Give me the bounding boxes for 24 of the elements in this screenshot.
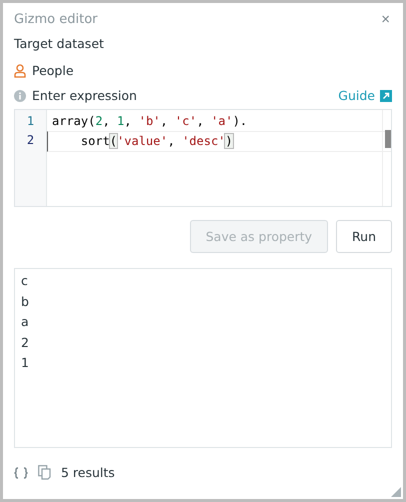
result-item: b bbox=[21, 292, 30, 310]
info-icon bbox=[14, 90, 26, 102]
external-link-icon bbox=[380, 90, 392, 102]
run-button[interactable]: Run bbox=[336, 220, 392, 253]
result-count: 5 results bbox=[61, 465, 115, 480]
line-number: 2 bbox=[26, 132, 36, 149]
section-label: Target dataset bbox=[14, 36, 104, 51]
scrollbar-thumb[interactable] bbox=[385, 130, 391, 148]
result-item: c bbox=[21, 272, 29, 290]
result-item: 1 bbox=[21, 354, 30, 372]
resize-grip-icon[interactable] bbox=[391, 487, 401, 497]
code-line: array(2, 1, 'b', 'c', 'a'). bbox=[51, 113, 248, 130]
person-icon bbox=[14, 64, 26, 78]
close-button[interactable]: × bbox=[379, 11, 392, 28]
copy-icon[interactable] bbox=[38, 465, 51, 480]
result-item: a bbox=[21, 313, 30, 331]
guide-link[interactable]: Guide bbox=[338, 88, 392, 103]
line-number: 1 bbox=[26, 113, 36, 130]
expression-label: Enter expression bbox=[32, 88, 137, 103]
braces-icon[interactable] bbox=[14, 466, 28, 478]
result-item: 2 bbox=[21, 334, 30, 352]
dataset-name: People bbox=[32, 63, 74, 78]
window-title: Gizmo editor bbox=[14, 12, 98, 27]
code-editor[interactable]: 1 2 array(2, 1, 'b', 'c', 'a'). sort('value', 'desc') bbox=[14, 109, 392, 207]
